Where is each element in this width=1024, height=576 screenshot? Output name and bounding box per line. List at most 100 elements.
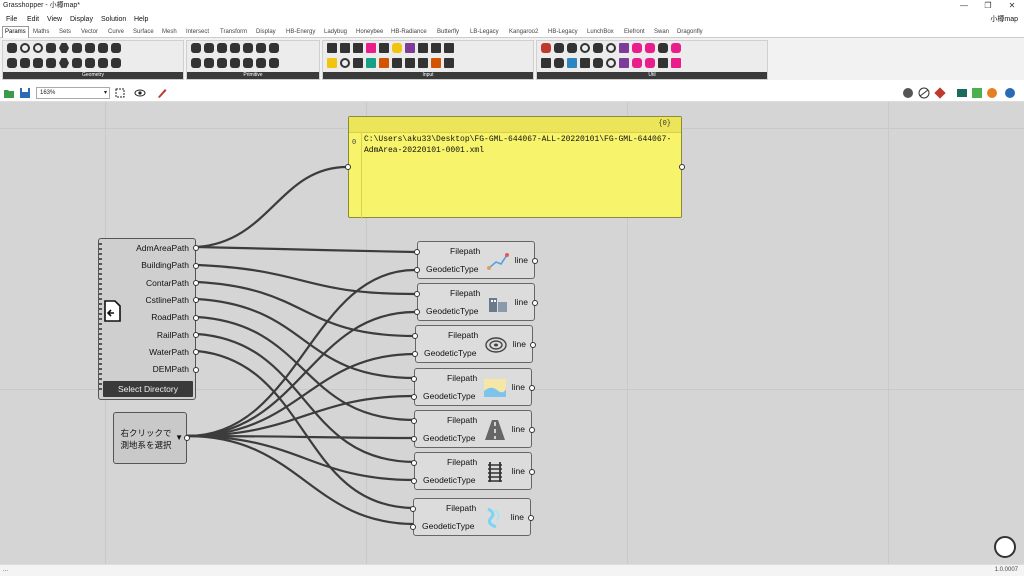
tab-params[interactable]: Params bbox=[2, 26, 29, 38]
gradient-icon[interactable] bbox=[366, 58, 376, 68]
tab-transform[interactable]: Transform bbox=[220, 26, 247, 38]
arrow-outline-icon[interactable] bbox=[593, 58, 603, 68]
input-geodetictype[interactable]: GeodeticType bbox=[424, 348, 476, 358]
surface-param-icon[interactable] bbox=[98, 58, 108, 68]
material-icon[interactable] bbox=[986, 87, 998, 99]
tab-vector[interactable]: Vector bbox=[81, 26, 98, 38]
text-panel[interactable]: {0} 0 C:\Users\aku33\Desktop\FG-GML-6440… bbox=[345, 116, 685, 219]
pr-icon[interactable] bbox=[619, 58, 629, 68]
line-component-railway[interactable]: Filepath GeodeticType line bbox=[411, 452, 535, 490]
query-icon[interactable] bbox=[418, 43, 428, 53]
line-component-contour[interactable]: Filepath GeodeticType line bbox=[412, 325, 536, 363]
output-grip[interactable] bbox=[529, 469, 535, 475]
calendar-icon[interactable] bbox=[392, 58, 402, 68]
galapagos-icon[interactable] bbox=[580, 43, 590, 53]
xyz-icon[interactable] bbox=[405, 58, 415, 68]
menu-view[interactable]: View bbox=[47, 14, 62, 26]
output-grip[interactable] bbox=[532, 300, 538, 306]
input-grip[interactable] bbox=[411, 394, 417, 400]
preview-eye-icon[interactable] bbox=[134, 87, 146, 99]
input-grip[interactable] bbox=[411, 478, 417, 484]
select-directory-button[interactable]: Select Directory bbox=[103, 381, 193, 397]
input-filepath[interactable]: Filepath bbox=[446, 503, 476, 513]
input-geodetictype[interactable]: GeodeticType bbox=[426, 306, 478, 316]
output-roadpath[interactable]: RoadPath bbox=[151, 312, 189, 322]
input-grip[interactable] bbox=[412, 351, 418, 357]
value-list-icon[interactable] bbox=[353, 43, 363, 53]
tab-sets[interactable]: Sets bbox=[59, 26, 71, 38]
geodetic-value-list[interactable]: 右クリックで 測地系を選択 ▼ bbox=[113, 412, 190, 464]
open-file-icon[interactable] bbox=[3, 87, 15, 99]
tab-display[interactable]: Display bbox=[256, 26, 276, 38]
import-icon[interactable] bbox=[444, 43, 454, 53]
input-geodetictype[interactable]: GeodeticType bbox=[426, 264, 478, 274]
output-line[interactable]: line bbox=[511, 512, 524, 522]
input-filepath[interactable]: Filepath bbox=[447, 415, 477, 425]
input-filepath[interactable]: Filepath bbox=[447, 373, 477, 383]
group-param-icon[interactable] bbox=[59, 43, 69, 53]
sketch-pen-icon[interactable] bbox=[156, 87, 168, 99]
output-admareapath[interactable]: AdmAreaPath bbox=[136, 243, 189, 253]
graph-mapper-icon[interactable] bbox=[379, 58, 389, 68]
curve-param-icon[interactable] bbox=[33, 58, 43, 68]
line-component-road[interactable]: Filepath GeodeticType line bbox=[411, 410, 535, 448]
digit-scroller-icon[interactable] bbox=[353, 58, 363, 68]
fx-icon[interactable] bbox=[671, 58, 681, 68]
output-grip[interactable] bbox=[529, 427, 535, 433]
tab-lb-legacy[interactable]: LB-Legacy bbox=[470, 26, 499, 38]
time-param-icon[interactable] bbox=[269, 43, 279, 53]
atom-icon[interactable] bbox=[431, 58, 441, 68]
menu-edit[interactable]: Edit bbox=[27, 14, 39, 26]
output-grip[interactable] bbox=[193, 280, 199, 286]
brep-param-icon[interactable] bbox=[20, 58, 30, 68]
cherry-icon[interactable] bbox=[541, 43, 551, 53]
line-param-icon[interactable] bbox=[59, 58, 69, 68]
point-param-icon[interactable] bbox=[85, 58, 95, 68]
minimize-button[interactable]: — bbox=[952, 0, 976, 12]
domain2-param-icon[interactable] bbox=[217, 58, 227, 68]
circular-arc-param-icon[interactable] bbox=[46, 43, 56, 53]
output-line[interactable]: line bbox=[512, 382, 525, 392]
panel-output-grip[interactable] bbox=[679, 164, 685, 170]
toggle-icon[interactable] bbox=[340, 43, 350, 53]
output-grip[interactable] bbox=[528, 515, 534, 521]
output-railpath[interactable]: RailPath bbox=[157, 330, 189, 340]
script-icon[interactable] bbox=[567, 58, 577, 68]
tab-ladybug[interactable]: Ladybug bbox=[324, 26, 347, 38]
output-grip[interactable] bbox=[530, 342, 536, 348]
input-grip[interactable] bbox=[411, 418, 417, 424]
plane-param-icon[interactable] bbox=[85, 43, 95, 53]
panel-input-grip[interactable] bbox=[345, 164, 351, 170]
data-dam-icon[interactable] bbox=[541, 58, 551, 68]
dropdown-arrow-icon[interactable]: ▼ bbox=[175, 433, 183, 442]
colour-wheel-icon[interactable] bbox=[392, 43, 402, 53]
grasshopper-canvas[interactable]: {0} 0 C:\Users\aku33\Desktop\FG-GML-6440… bbox=[0, 102, 1024, 564]
input-filepath[interactable]: Filepath bbox=[450, 246, 480, 256]
tab-honeybee[interactable]: Honeybee bbox=[356, 26, 383, 38]
twisted-box-param-icon[interactable] bbox=[111, 43, 121, 53]
navigation-compass-icon[interactable] bbox=[994, 536, 1016, 558]
output-buildingpath[interactable]: BuildingPath bbox=[141, 260, 189, 270]
input-grip[interactable] bbox=[411, 460, 417, 466]
mesh-settings-icon[interactable] bbox=[971, 87, 983, 99]
input-grip[interactable] bbox=[414, 291, 420, 297]
tab-hb-energy[interactable]: HB-Energy bbox=[286, 26, 315, 38]
domain-param-icon[interactable] bbox=[217, 43, 227, 53]
menu-solution[interactable]: Solution bbox=[101, 14, 126, 26]
input-filepath[interactable]: Filepath bbox=[448, 330, 478, 340]
wire-preview-icon[interactable] bbox=[918, 87, 930, 99]
line-component-coastline[interactable]: Filepath GeodeticType line bbox=[411, 368, 535, 406]
input-geodetictype[interactable]: GeodeticType bbox=[423, 433, 475, 443]
read-file-icon[interactable] bbox=[444, 58, 454, 68]
input-geodetictype[interactable]: GeodeticType bbox=[422, 521, 474, 531]
eval-icon[interactable] bbox=[645, 58, 655, 68]
tab-curve[interactable]: Curve bbox=[108, 26, 124, 38]
tab-lunchbox[interactable]: LunchBox bbox=[587, 26, 614, 38]
preview-mode-icon[interactable] bbox=[902, 87, 914, 99]
xml-icon[interactable] bbox=[418, 58, 428, 68]
cs-script-icon[interactable] bbox=[632, 43, 642, 53]
expression-icon[interactable] bbox=[645, 43, 655, 53]
selected-only-icon[interactable] bbox=[956, 87, 968, 99]
matrix-param-icon[interactable] bbox=[243, 43, 253, 53]
tab-intersect[interactable]: Intersect bbox=[186, 26, 209, 38]
